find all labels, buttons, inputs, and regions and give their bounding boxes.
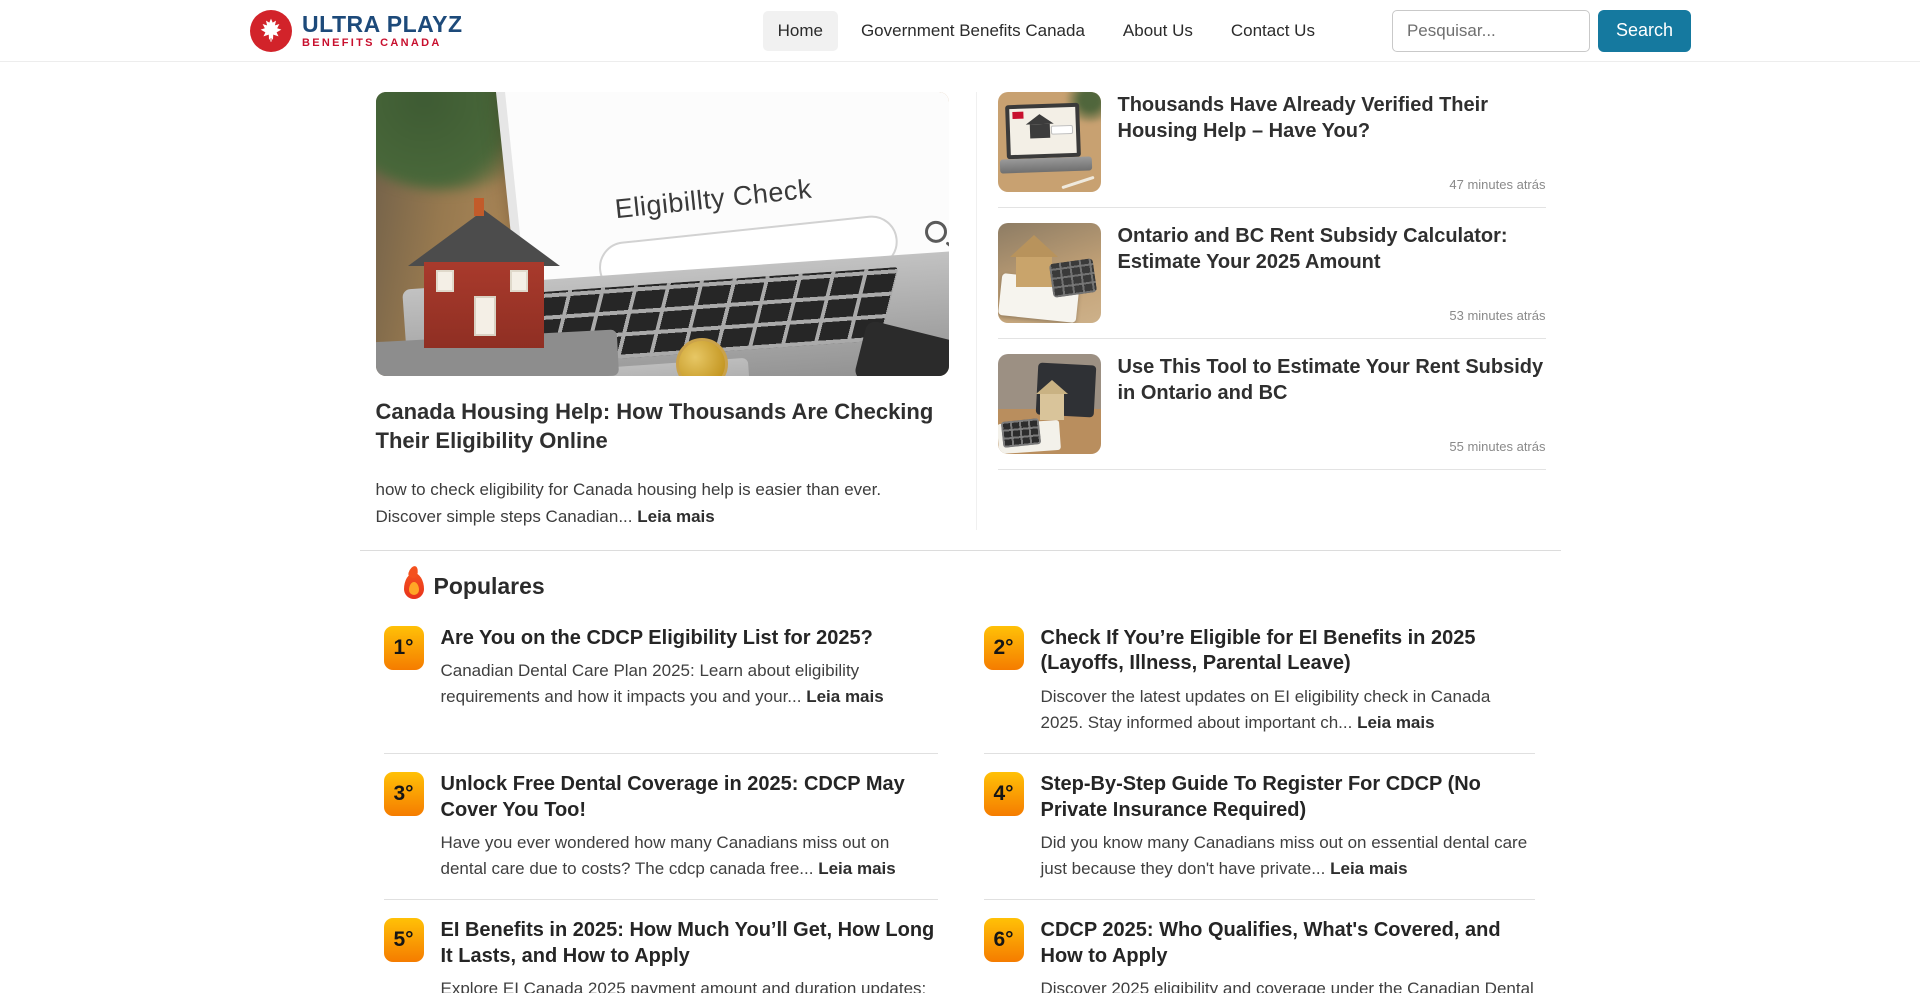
magnifier-icon — [923, 220, 947, 244]
popular-item-title[interactable]: EI Benefits in 2025: How Much You’ll Get… — [441, 918, 938, 969]
house-chimney — [474, 198, 484, 216]
laptop-base-graphic — [999, 156, 1091, 173]
popular-item-title[interactable]: Check If You’re Eligible for EI Benefits… — [1041, 626, 1535, 677]
pen-graphic — [1061, 176, 1094, 189]
house-door — [474, 296, 496, 336]
popular-item-excerpt: Canadian Dental Care Plan 2025: Learn ab… — [441, 658, 938, 709]
toy-house — [402, 210, 562, 350]
rank-badge: 6° — [984, 918, 1024, 962]
populares-section: Populares 1° Are You on the CDCP Eligibi… — [360, 551, 1561, 993]
populares-heading-text: Populares — [434, 573, 545, 600]
popular-item-title[interactable]: Step-By-Step Guide To Register For CDCP … — [1041, 772, 1535, 823]
brand-name: ULTRA PLAYZ — [302, 12, 463, 36]
search-button[interactable]: Search — [1598, 10, 1691, 52]
read-more-link[interactable]: Leia mais — [1330, 859, 1408, 878]
excerpt-text: how to check eligibility for Canada hous… — [376, 480, 882, 525]
maple-leaf-icon — [250, 10, 292, 52]
featured-section: Eligibillty Check — [360, 62, 1561, 551]
sidebar-article-title[interactable]: Thousands Have Already Verified Their Ho… — [1118, 92, 1546, 144]
nav-item-contact[interactable]: Contact Us — [1216, 11, 1330, 51]
rank-badge: 5° — [384, 918, 424, 962]
flame-icon — [404, 573, 424, 599]
read-more-link[interactable]: Leia mais — [818, 859, 896, 878]
excerpt-text: Did you know many Canadians miss out on … — [1041, 833, 1528, 878]
popular-item-5: 5° EI Benefits in 2025: How Much You’ll … — [384, 918, 938, 993]
rank-badge: 3° — [384, 772, 424, 816]
sidebar-article-list: Thousands Have Already Verified Their Ho… — [976, 92, 1546, 530]
nav-item-about[interactable]: About Us — [1108, 11, 1208, 51]
rank-badge: 4° — [984, 772, 1024, 816]
sidebar-article-timestamp: 47 minutes atrás — [1118, 177, 1546, 192]
popular-item-excerpt: Did you know many Canadians miss out on … — [1041, 830, 1535, 881]
house-body — [424, 262, 544, 348]
read-more-link[interactable]: Leia mais — [637, 507, 715, 526]
popular-item-1: 1° Are You on the CDCP Eligibility List … — [384, 626, 938, 754]
popular-item-title[interactable]: CDCP 2025: Who Qualifies, What's Covered… — [1041, 918, 1535, 969]
search-box: Search — [1392, 10, 1691, 52]
search-input[interactable] — [1392, 10, 1590, 52]
sidebar-article-2-thumbnail[interactable] — [998, 223, 1101, 323]
featured-article-image[interactable]: Eligibillty Check — [376, 92, 949, 376]
popular-item-excerpt: Have you ever wondered how many Canadian… — [441, 830, 938, 881]
excerpt-text: Explore EI Canada 2025 payment amount an… — [441, 979, 927, 993]
sidebar-article-1: Thousands Have Already Verified Their Ho… — [998, 92, 1546, 208]
laptop-graphic — [1005, 103, 1081, 160]
sidebar-article-title[interactable]: Ontario and BC Rent Subsidy Calculator: … — [1118, 223, 1546, 275]
popular-item-6: 6° CDCP 2025: Who Qualifies, What's Cove… — [984, 918, 1535, 993]
search-bar-graphic — [1050, 125, 1072, 135]
popular-item-excerpt: Discover 2025 eligibility and coverage u… — [1041, 976, 1535, 993]
sidebar-article-3: Use This Tool to Estimate Your Rent Subs… — [998, 354, 1546, 470]
house-graphic — [1016, 257, 1052, 287]
rank-badge: 1° — [384, 626, 424, 670]
house-icon — [1029, 124, 1049, 139]
rank-badge: 2° — [984, 626, 1024, 670]
populares-heading: Populares — [404, 573, 1535, 600]
site-logo[interactable]: ULTRA PLAYZ BENEFITS CANADA — [250, 10, 463, 52]
featured-article-title[interactable]: Canada Housing Help: How Thousands Are C… — [376, 398, 949, 455]
popular-item-4: 4° Step-By-Step Guide To Register For CD… — [984, 772, 1535, 900]
brand-text: ULTRA PLAYZ BENEFITS CANADA — [302, 12, 463, 50]
featured-article: Eligibillty Check — [376, 92, 949, 530]
canada-flag-icon — [1012, 112, 1023, 119]
read-more-link[interactable]: Leia mais — [1357, 713, 1435, 732]
house-window — [510, 270, 528, 292]
popular-item-title[interactable]: Unlock Free Dental Coverage in 2025: CDC… — [441, 772, 938, 823]
sidebar-article-2: Ontario and BC Rent Subsidy Calculator: … — [998, 223, 1546, 339]
sidebar-article-1-thumbnail[interactable] — [998, 92, 1101, 192]
sidebar-article-timestamp: 53 minutes atrás — [1118, 308, 1546, 323]
sidebar-article-timestamp: 55 minutes atrás — [1118, 439, 1546, 454]
house-roof — [408, 210, 560, 266]
calculator-graphic — [1048, 258, 1096, 298]
popular-item-2: 2° Check If You’re Eligible for EI Benef… — [984, 626, 1535, 754]
popular-item-excerpt: Explore EI Canada 2025 payment amount an… — [441, 976, 938, 993]
excerpt-text: Canadian Dental Care Plan 2025: Learn ab… — [441, 661, 860, 706]
popular-item-excerpt: Discover the latest updates on EI eligib… — [1041, 684, 1535, 735]
main-nav: Home Government Benefits Canada About Us… — [763, 11, 1330, 51]
nav-item-government-benefits[interactable]: Government Benefits Canada — [846, 11, 1100, 51]
featured-article-excerpt: how to check eligibility for Canada hous… — [376, 477, 949, 530]
populares-grid: 1° Are You on the CDCP Eligibility List … — [384, 626, 1535, 993]
calculator-graphic — [1000, 418, 1041, 448]
popular-item-3: 3° Unlock Free Dental Coverage in 2025: … — [384, 772, 938, 900]
nav-item-home[interactable]: Home — [763, 11, 838, 51]
header: ULTRA PLAYZ BENEFITS CANADA Home Governm… — [0, 0, 1920, 62]
brand-tagline: BENEFITS CANADA — [302, 38, 463, 50]
sidebar-article-3-thumbnail[interactable] — [998, 354, 1101, 454]
house-window — [436, 270, 454, 292]
sidebar-article-title[interactable]: Use This Tool to Estimate Your Rent Subs… — [1118, 354, 1546, 406]
excerpt-text: Discover 2025 eligibility and coverage u… — [1041, 979, 1534, 993]
read-more-link[interactable]: Leia mais — [806, 687, 884, 706]
popular-item-title[interactable]: Are You on the CDCP Eligibility List for… — [441, 626, 938, 652]
house-graphic — [1040, 394, 1064, 420]
